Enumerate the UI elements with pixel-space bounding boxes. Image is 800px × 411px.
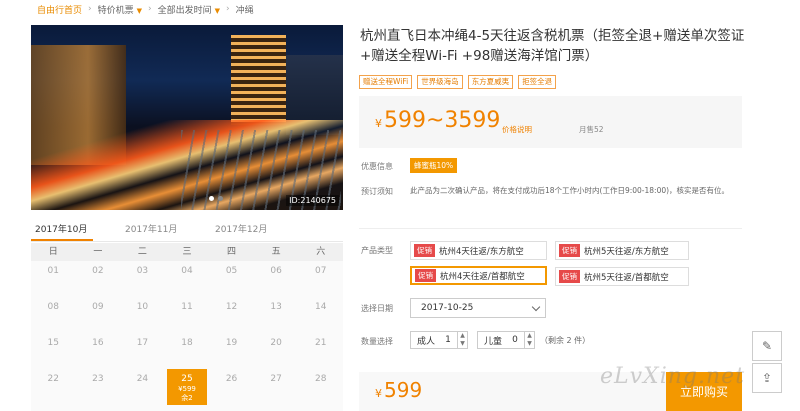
calendar-day: 03 [136, 266, 149, 276]
option-hz4-shoudu[interactable]: 促销 杭州4天往返/首都航空 [410, 266, 547, 285]
calendar-day: 15 [47, 338, 59, 348]
calendar-day: 12 [225, 302, 238, 312]
calendar-grid: 01 02 03 04 05 06 07 08 09 10 11 12 13 1… [31, 261, 343, 405]
weekday: 二 [137, 247, 147, 257]
calendar-day: 05 [225, 266, 238, 276]
selected-day-number: 25 [181, 373, 193, 384]
calendar-weekdays: 日 一 二 三 四 五 六 [31, 243, 343, 261]
weekday: 六 [316, 247, 326, 257]
calendar-month-tabs: 2017年10月 2017年11月 2017年12月 [31, 222, 343, 242]
calendar-day: 17 [136, 338, 149, 348]
date-label: 选择日期 [361, 304, 393, 313]
photo-id-label: ID:2140675 [286, 195, 339, 206]
promo-tag: 促销 [559, 244, 580, 257]
calendar-day: 10 [136, 302, 149, 312]
share-icon[interactable]: ⇪ [752, 363, 782, 393]
promo-tag: 促销 [415, 269, 436, 282]
calendar-day: 07 [314, 266, 327, 276]
breadcrumb-destination: 冲绳 [235, 5, 254, 16]
tag: 东方夏威夷 [467, 75, 514, 89]
breadcrumb: 自由行首页 › 特价机票 ▼ › 全部出发时间 ▼ › 冲绳 [0, 0, 800, 18]
tag: 赠送全程WiFi [359, 75, 413, 89]
product-photo[interactable]: ID:2140675 [31, 25, 343, 210]
divider [359, 228, 742, 229]
calendar: 日 一 二 三 四 五 六 01 02 03 04 05 06 07 08 09… [31, 243, 343, 411]
calendar-day: 20 [270, 338, 282, 348]
stepper-arrows-icon[interactable]: ▲ ▼ [457, 332, 467, 348]
tag: 拒签全退 [518, 75, 557, 89]
breadcrumb-time-dropdown[interactable]: 全部出发时间 ▼ [158, 3, 220, 16]
calendar-day: 13 [270, 302, 282, 312]
calendar-day: 21 [314, 338, 327, 348]
chevron-down-icon [531, 302, 541, 312]
breadcrumb-separator: › [226, 4, 230, 14]
product-title: 杭州直飞日本冲绳4-5天往返含税机票（拒签全退+赠送单次签证+赠送全程Wi-Fi… [360, 28, 745, 64]
price-note-link[interactable]: 价格说明 [502, 124, 532, 135]
calendar-day-selected[interactable]: 25 ¥599 余2 [166, 369, 207, 405]
calendar-day: 24 [136, 374, 149, 384]
booking-notice: 此产品为二次确认产品，将在支付成功后18个工作小时内(工作日9:00-18:00… [410, 186, 730, 195]
type-label: 产品类型 [361, 246, 393, 255]
calendar-day: 19 [225, 338, 238, 348]
weekday: 一 [93, 247, 103, 257]
stepper-arrows-icon[interactable]: ▲ ▼ [524, 332, 534, 348]
remaining-stock: （剩余 2 件） [540, 336, 591, 345]
carousel-dots[interactable] [209, 196, 223, 201]
calendar-day: 11 [181, 302, 193, 312]
breadcrumb-separator: › [88, 4, 92, 14]
calendar-day: 22 [47, 374, 59, 384]
photo-building [231, 35, 286, 125]
calendar-day: 01 [47, 266, 59, 276]
price-range: ¥599~3599 [375, 108, 501, 133]
weekday: 三 [182, 247, 192, 257]
selected-day-price: ¥599 [178, 384, 196, 393]
calendar-day: 23 [92, 374, 104, 384]
breadcrumb-home-link[interactable]: 自由行首页 [37, 3, 82, 16]
bottom-price: ¥599 [375, 378, 423, 402]
option-hz4-dongfang[interactable]: 促销 杭州4天往返/东方航空 [410, 241, 547, 260]
calendar-day: 08 [47, 302, 59, 312]
calendar-day: 06 [270, 266, 282, 276]
promo-badge: 蜂蜜瓶10% [410, 158, 458, 173]
calendar-day: 14 [314, 302, 327, 312]
option-hz5-dongfang[interactable]: 促销 杭州5天往返/东方航空 [555, 241, 689, 260]
calendar-day: 09 [92, 302, 104, 312]
caret-down-icon: ▼ [214, 6, 221, 15]
adult-stepper[interactable]: 成人 1 ▲ ▼ [410, 331, 468, 349]
tab-month-oct[interactable]: 2017年10月 [31, 222, 93, 241]
breadcrumb-separator: › [148, 4, 152, 14]
weekday: 日 [48, 247, 58, 257]
calendar-day: 27 [270, 374, 282, 384]
breadcrumb-special-dropdown[interactable]: 特价机票 ▼ [98, 3, 142, 16]
watermark: eLvXing.net [600, 364, 746, 389]
calendar-day: 04 [181, 266, 193, 276]
calendar-day: 02 [92, 266, 104, 276]
selected-day-remain: 余2 [181, 393, 193, 402]
weekday: 五 [271, 247, 281, 257]
weekday: 四 [227, 247, 237, 257]
child-stepper[interactable]: 儿童 0 ▲ ▼ [477, 331, 535, 349]
monthly-sales: 月售52 [579, 125, 604, 134]
quantity-label: 数量选择 [361, 337, 393, 346]
calendar-day: 26 [225, 374, 238, 384]
calendar-day: 18 [181, 338, 193, 348]
tag: 世界级海岛 [417, 75, 463, 89]
caret-down-icon: ▼ [136, 6, 143, 15]
option-hz5-shoudu[interactable]: 促销 杭州5天往返/首都航空 [555, 267, 689, 286]
calendar-day: 16 [92, 338, 104, 348]
tab-month-nov[interactable]: 2017年11月 [121, 222, 211, 241]
promo-tag: 促销 [559, 270, 580, 283]
calendar-day: 28 [314, 374, 327, 384]
date-select[interactable]: 2017-10-25 [410, 298, 546, 318]
promo-label: 优惠信息 [361, 162, 393, 171]
promo-tag: 促销 [414, 244, 435, 257]
edit-icon[interactable]: ✎ [752, 331, 782, 361]
tab-month-dec[interactable]: 2017年12月 [211, 222, 301, 241]
price-box: ¥599~3599 价格说明 月售52 [359, 96, 742, 148]
booking-label: 预订须知 [361, 187, 393, 196]
product-tags: 赠送全程WiFi 世界级海岛 东方夏威夷 拒签全退 [359, 75, 557, 89]
